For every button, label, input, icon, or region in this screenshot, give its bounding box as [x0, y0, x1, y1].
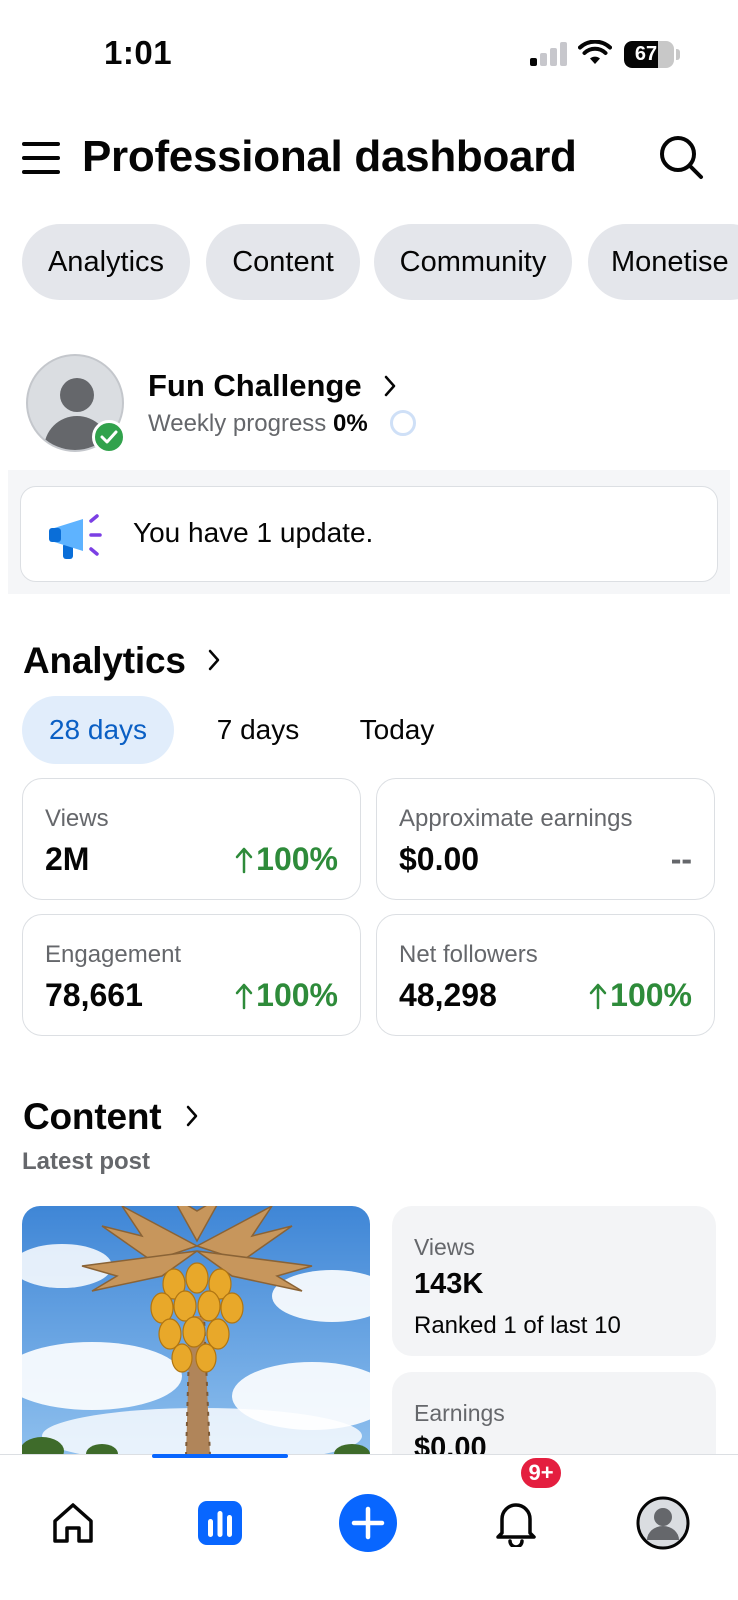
- metric-label: Approximate earnings: [399, 805, 633, 832]
- stat-sub: Ranked 1 of last 10: [414, 1312, 621, 1339]
- wifi-icon: [578, 40, 612, 64]
- metric-label: Net followers: [399, 941, 538, 968]
- analytics-heading[interactable]: Analytics: [23, 640, 186, 682]
- arrow-up-icon: [235, 847, 253, 873]
- progress-value: 0%: [332, 410, 368, 437]
- metric-change: 100%: [234, 977, 338, 1014]
- views-stat-card[interactable]: Views 143K Ranked 1 of last 10: [392, 1206, 716, 1356]
- battery-percent: 67: [634, 43, 658, 65]
- dashboard-icon[interactable]: [172, 1475, 268, 1571]
- nav-active-indicator: [152, 1454, 288, 1458]
- challenge-progress: Weekly progress 0%: [148, 410, 368, 438]
- update-text: You have 1 update.: [133, 517, 374, 548]
- update-card[interactable]: You have 1 update.: [20, 486, 718, 582]
- metric-label: Views: [45, 805, 109, 832]
- content-heading[interactable]: Content: [23, 1096, 162, 1138]
- status-time: 1:01: [104, 34, 173, 71]
- chip-content[interactable]: Content: [206, 224, 360, 300]
- notification-badge: 9+: [518, 1455, 564, 1491]
- latest-post-label: Latest post: [22, 1148, 151, 1175]
- metric-change: 100%: [234, 841, 338, 878]
- chip-analytics[interactable]: Analytics: [22, 224, 190, 300]
- metric-value: 78,661: [45, 977, 143, 1013]
- metric-card-engagement[interactable]: Engagement 78,661 100%: [22, 914, 361, 1036]
- progress-label: Weekly progress: [148, 410, 327, 437]
- create-icon[interactable]: [320, 1475, 416, 1571]
- chip-community[interactable]: Community: [374, 224, 572, 300]
- status-bar: 1:01 67: [0, 0, 738, 100]
- metric-value: 48,298: [399, 977, 497, 1013]
- menu-icon[interactable]: [22, 140, 60, 176]
- section-chips: Analytics Content Community Monetise: [0, 224, 738, 300]
- search-icon[interactable]: [658, 134, 704, 180]
- metric-card-net-followers[interactable]: Net followers 48,298 100%: [376, 914, 715, 1036]
- metric-card-earnings[interactable]: Approximate earnings $0.00 --: [376, 778, 715, 900]
- metric-label: Engagement: [45, 941, 182, 968]
- cellular-signal-icon: [530, 42, 568, 66]
- page-title: Professional dashboard: [82, 132, 577, 181]
- papaya-tree-image: [22, 1206, 370, 1456]
- metric-change: 100%: [588, 977, 692, 1014]
- chevron-right-icon[interactable]: [184, 1104, 200, 1128]
- metric-change-value: 100%: [610, 977, 692, 1013]
- chevron-right-icon[interactable]: [382, 374, 398, 398]
- stat-label: Views: [414, 1234, 475, 1260]
- check-badge-icon: [92, 420, 126, 454]
- tab-today[interactable]: Today: [344, 696, 450, 764]
- stat-value: 143K: [414, 1268, 484, 1300]
- metric-change-value: --: [670, 841, 692, 877]
- battery-icon: 67: [624, 41, 674, 68]
- chip-monetise[interactable]: Monetise: [588, 224, 738, 300]
- profile-icon[interactable]: [615, 1475, 711, 1571]
- arrow-up-icon: [235, 983, 253, 1009]
- megaphone-icon: [49, 514, 102, 559]
- metric-value: $0.00: [399, 841, 480, 877]
- tab-28-days[interactable]: 28 days: [22, 696, 174, 764]
- tab-7-days[interactable]: 7 days: [196, 696, 320, 764]
- bottom-nav: 9+: [0, 1454, 738, 1600]
- metric-value: 2M: [45, 841, 90, 877]
- chevron-right-icon[interactable]: [206, 648, 222, 672]
- metric-change-value: 100%: [256, 841, 338, 877]
- update-section: You have 1 update.: [8, 470, 730, 594]
- battery-tip: [676, 49, 680, 60]
- metric-change-value: 100%: [256, 977, 338, 1013]
- progress-ring-icon: [390, 410, 416, 436]
- metric-card-views[interactable]: Views 2M 100%: [22, 778, 361, 900]
- challenge-title[interactable]: Fun Challenge: [148, 368, 362, 404]
- post-thumbnail[interactable]: [22, 1206, 370, 1456]
- arrow-up-icon: [589, 983, 607, 1009]
- stat-label: Earnings: [414, 1400, 505, 1426]
- home-icon[interactable]: [25, 1475, 121, 1571]
